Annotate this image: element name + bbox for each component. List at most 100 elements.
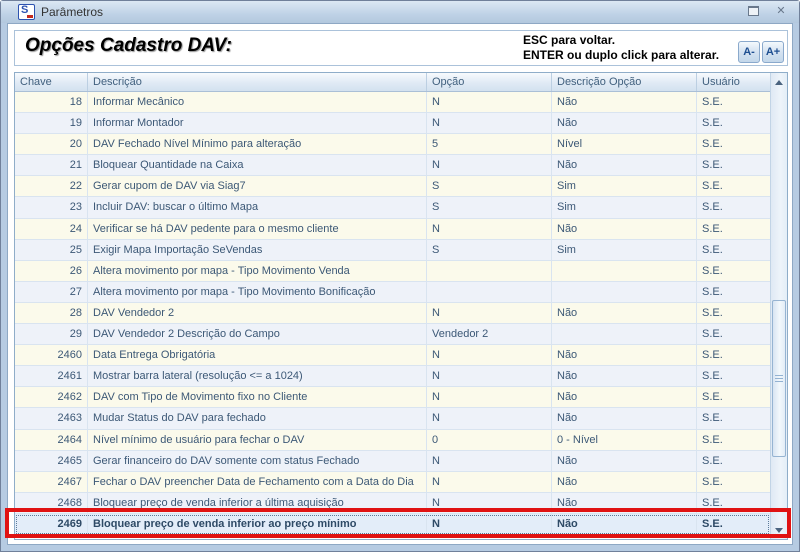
cell-descricao-opcao bbox=[552, 324, 697, 345]
table-row[interactable]: 28 DAV Vendedor 2 N Não S.E. bbox=[15, 302, 770, 325]
table-row[interactable]: 25 Exigir Mapa Importação SeVendas S Sim… bbox=[15, 239, 770, 261]
font-increase-button[interactable]: A+ bbox=[762, 41, 784, 63]
table-row[interactable]: 2464 Nível mínimo de usuário para fechar… bbox=[15, 429, 770, 451]
cell-usuario: S.E. bbox=[702, 285, 723, 298]
cell-opcao: N bbox=[427, 492, 552, 513]
font-decrease-button[interactable]: A- bbox=[738, 41, 760, 63]
cell-descricao: DAV Vendedor 2 Descrição do Campo bbox=[88, 324, 427, 345]
cell-opcao: N bbox=[427, 113, 552, 134]
cell-descricao-opcao: Não bbox=[552, 471, 697, 492]
column-header-usuario[interactable]: Usuário bbox=[697, 73, 770, 91]
cell-chave: 2465 bbox=[15, 450, 88, 471]
cell-descricao: Altera movimento por mapa - Tipo Movimen… bbox=[88, 260, 427, 281]
window-controls: ✕ bbox=[745, 4, 789, 18]
cell-descricao: Fechar o DAV preencher Data de Fechament… bbox=[88, 471, 427, 492]
cell-descricao-opcao: Não bbox=[552, 492, 697, 513]
scrollbar-thumb[interactable] bbox=[772, 300, 786, 457]
options-table: Chave Descrição Opção Descrição Opção Us… bbox=[5, 72, 791, 540]
cell-opcao: 0 bbox=[427, 429, 552, 450]
cell-opcao: 5 bbox=[427, 134, 552, 155]
table-row[interactable]: 22 Gerar cupom de DAV via Siag7 S Sim S.… bbox=[15, 176, 770, 198]
vertical-scrollbar[interactable] bbox=[770, 73, 787, 539]
table-row[interactable]: 2467 Fechar o DAV preencher Data de Fech… bbox=[15, 471, 770, 493]
table-row[interactable]: 2461 Mostrar barra lateral (resolução <=… bbox=[15, 366, 770, 388]
cell-chave: 2464 bbox=[15, 429, 88, 450]
cell-descricao-opcao: Nível bbox=[552, 134, 697, 155]
cell-descricao: Bloquear preço de venda inferior ao preç… bbox=[88, 513, 427, 534]
cell-usuario: S.E. bbox=[702, 517, 723, 530]
close-icon: ✕ bbox=[776, 5, 786, 17]
scroll-up-icon bbox=[775, 79, 783, 85]
hint-enter: ENTER ou duplo click para alterar. bbox=[523, 48, 720, 62]
cell-opcao: N bbox=[427, 218, 552, 239]
cell-chave: 2460 bbox=[15, 345, 88, 366]
cell-opcao bbox=[427, 281, 552, 302]
table-row[interactable]: 21 Bloquear Quantidade na Caixa N Não S.… bbox=[15, 155, 770, 177]
client-area: Opções Cadastro DAV: ESC para voltar. EN… bbox=[5, 23, 793, 545]
cell-usuario: S.E. bbox=[702, 264, 723, 277]
cell-descricao: Mudar Status do DAV para fechado bbox=[88, 408, 427, 429]
cell-chave: 27 bbox=[15, 281, 88, 302]
table-row[interactable]: 19 Informar Montador N Não S.E. bbox=[15, 113, 770, 135]
cell-descricao-opcao: Não bbox=[552, 113, 697, 134]
cell-usuario: S.E. bbox=[702, 96, 723, 108]
cell-usuario: S.E. bbox=[702, 328, 723, 341]
table-row[interactable]: 29 DAV Vendedor 2 Descrição do Campo Ven… bbox=[15, 324, 770, 346]
table-row[interactable]: 2465 Gerar financeiro do DAV somente com… bbox=[15, 450, 770, 472]
table-row[interactable]: 2463 Mudar Status do DAV para fechado N … bbox=[15, 408, 770, 430]
column-header-descricao[interactable]: Descrição bbox=[88, 73, 427, 91]
cell-descricao-opcao bbox=[552, 260, 697, 281]
table-body: 18 Informar Mecânico N Não S.E. 19 Infor… bbox=[15, 92, 770, 539]
thumb-grip-icon bbox=[775, 378, 783, 379]
cell-descricao-opcao: Não bbox=[552, 92, 697, 113]
titlebar[interactable]: S Parâmetros ✕ bbox=[1, 1, 799, 23]
table-row[interactable]: 2462 DAV com Tipo de Movimento fixo no C… bbox=[15, 387, 770, 409]
page-title: Opções Cadastro DAV: bbox=[25, 35, 232, 56]
scroll-up-button[interactable] bbox=[771, 74, 787, 90]
column-header-chave[interactable]: Chave bbox=[15, 73, 88, 91]
cell-usuario: S.E. bbox=[702, 475, 723, 488]
cell-descricao-opcao: Não bbox=[552, 155, 697, 176]
cell-opcao: N bbox=[427, 450, 552, 471]
close-button[interactable]: ✕ bbox=[773, 4, 789, 18]
cell-descricao-opcao: Não bbox=[552, 366, 697, 387]
table-row[interactable]: 24 Verificar se há DAV pedente para o me… bbox=[15, 218, 770, 240]
column-header-descricao-opcao[interactable]: Descrição Opção bbox=[552, 73, 697, 91]
cell-opcao: N bbox=[427, 345, 552, 366]
cell-opcao: N bbox=[427, 92, 552, 113]
cell-descricao: Informar Mecânico bbox=[88, 92, 427, 113]
maximize-icon bbox=[747, 6, 759, 16]
cell-usuario: S.E. bbox=[702, 349, 723, 362]
table-row[interactable]: 27 Altera movimento por mapa - Tipo Movi… bbox=[15, 281, 770, 303]
cell-descricao-opcao: Não bbox=[552, 450, 697, 471]
cell-descricao: Verificar se há DAV pedente para o mesmo… bbox=[88, 218, 427, 239]
cell-descricao: DAV com Tipo de Movimento fixo no Client… bbox=[88, 387, 427, 408]
column-header-opcao[interactable]: Opção bbox=[427, 73, 552, 91]
cell-descricao-opcao: Sim bbox=[552, 197, 697, 218]
cell-chave: 24 bbox=[15, 218, 88, 239]
cell-usuario: S.E. bbox=[702, 370, 723, 383]
cell-opcao: Vendedor 2 bbox=[427, 324, 552, 345]
cell-opcao: N bbox=[427, 471, 552, 492]
keyboard-hints: ESC para voltar. ENTER ou duplo click pa… bbox=[523, 33, 719, 63]
cell-descricao-opcao bbox=[552, 281, 697, 302]
cell-descricao: Bloquear Quantidade na Caixa bbox=[88, 155, 427, 176]
cell-opcao: N bbox=[427, 387, 552, 408]
scroll-down-button[interactable] bbox=[771, 522, 787, 538]
table-row[interactable]: 18 Informar Mecânico N Não S.E. bbox=[15, 92, 770, 114]
cell-usuario: S.E. bbox=[702, 180, 723, 193]
table-row[interactable]: 20 DAV Fechado Nível Mínimo para alteraç… bbox=[15, 134, 770, 156]
cell-descricao-opcao: Não bbox=[552, 408, 697, 429]
cell-opcao: N bbox=[427, 513, 552, 534]
cell-descricao-opcao: Sim bbox=[552, 239, 697, 260]
table-row[interactable]: 2469 Bloquear preço de venda inferior ao… bbox=[15, 513, 770, 535]
maximize-button[interactable] bbox=[745, 4, 761, 18]
hint-esc: ESC para voltar. bbox=[523, 33, 616, 47]
table-row[interactable]: 2468 Bloquear preço de venda inferior a … bbox=[15, 492, 770, 514]
table-row[interactable]: 26 Altera movimento por mapa - Tipo Movi… bbox=[15, 260, 770, 282]
cell-descricao-opcao: Não bbox=[552, 513, 697, 534]
table-row[interactable]: 2460 Data Entrega Obrigatória N Não S.E. bbox=[15, 345, 770, 367]
app-logo-icon: S bbox=[18, 4, 35, 20]
cell-opcao bbox=[427, 260, 552, 281]
table-row[interactable]: 23 Incluir DAV: buscar o último Mapa S S… bbox=[15, 197, 770, 219]
